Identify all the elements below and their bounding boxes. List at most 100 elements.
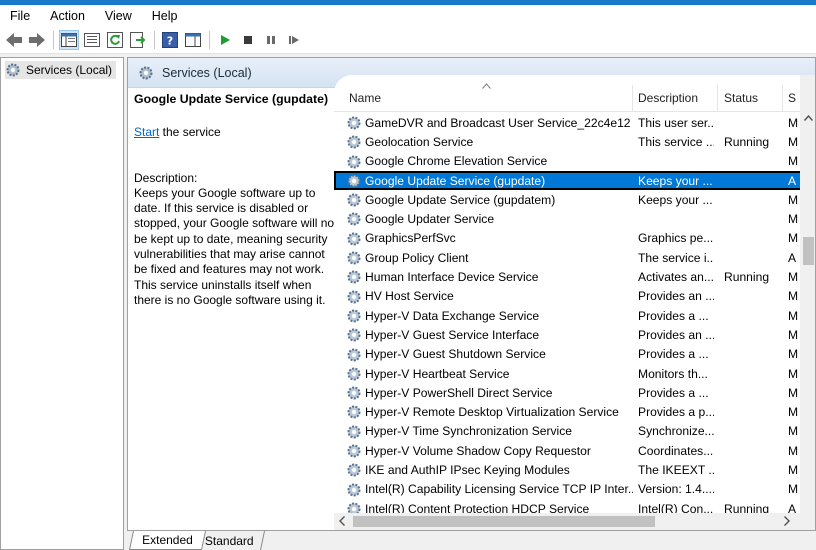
service-row[interactable]: HV Host Service Provides an ... M (334, 287, 815, 306)
service-gear-icon (346, 308, 362, 327)
service-row[interactable]: Google Update Service (gupdatem) Keeps yo… (334, 190, 815, 209)
service-name: Hyper-V Heartbeat Service (365, 366, 510, 381)
vertical-scrollbar[interactable] (800, 75, 815, 530)
services-gear-icon (6, 63, 20, 77)
restart-service-icon[interactable] (284, 30, 304, 50)
service-row[interactable]: Hyper-V PowerShell Direct Service Provide… (334, 383, 815, 402)
pause-service-icon[interactable] (261, 30, 281, 50)
scroll-left-icon[interactable] (339, 516, 345, 526)
scroll-up-icon[interactable] (804, 115, 813, 121)
service-gear-icon (346, 347, 362, 366)
service-name: Google Update Service (gupdatem) (365, 192, 556, 207)
show-hide-console-tree-icon[interactable] (59, 30, 79, 50)
service-description: Provides an ... (638, 327, 714, 342)
service-rows: GameDVR and Broadcast User Service_22c4e… (334, 113, 815, 518)
service-description: Provides a ... (638, 308, 709, 323)
service-row[interactable]: Hyper-V Data Exchange Service Provides a … (334, 306, 815, 327)
scroll-right-icon[interactable] (784, 516, 790, 526)
service-startup-type: A (788, 250, 797, 265)
service-row[interactable]: IKE and AuthIP IPsec Keying Modules The I… (334, 460, 815, 479)
service-name: GraphicsPerfSvc (365, 231, 456, 246)
export-list-icon[interactable] (128, 30, 148, 50)
scrollbar-corner (800, 513, 815, 530)
service-row[interactable]: Hyper-V Guest Service Interface Provides … (334, 325, 815, 346)
horizontal-scroll-thumb[interactable] (353, 516, 655, 527)
service-row[interactable]: Human Interface Device Service Activates … (334, 267, 815, 288)
service-row[interactable]: Google Update Service (gupdate) Keeps you… (334, 170, 815, 192)
column-header-status[interactable]: Status (724, 91, 758, 105)
service-row[interactable]: Group Policy Client The service i... A (334, 248, 815, 269)
service-startup-type: M (788, 424, 799, 439)
service-row[interactable]: Hyper-V Time Synchronization Service Sync… (334, 422, 815, 443)
tab-extended[interactable]: Extended (128, 531, 206, 550)
service-description: Provides a ... (638, 347, 709, 362)
service-startup-type: M (788, 462, 799, 477)
column-divider[interactable] (717, 85, 718, 111)
column-header-startup-type[interactable]: S (788, 91, 796, 105)
tree-item-services-local[interactable]: Services (Local) (5, 61, 117, 79)
service-name: Hyper-V Guest Service Interface (365, 327, 540, 342)
service-description: The service i... (638, 250, 714, 265)
service-description: Provides an ... (638, 289, 714, 304)
service-name: Google Update Service (gupdate) (365, 173, 546, 188)
service-gear-icon (346, 404, 362, 423)
menu-file[interactable]: File (0, 9, 40, 23)
menu-view[interactable]: View (95, 9, 142, 23)
service-startup-type: M (788, 231, 799, 246)
back-arrow-icon[interactable] (4, 30, 24, 50)
service-name: Hyper-V Time Synchronization Service (365, 424, 573, 439)
service-description: This user ser... (638, 115, 714, 130)
service-gear-icon (346, 154, 362, 173)
service-row[interactable]: Google Updater Service M (334, 209, 815, 230)
service-gear-icon (346, 443, 362, 462)
service-description: Synchronize... (638, 424, 714, 439)
service-row[interactable]: Intel(R) Capability Licensing Service TC… (334, 480, 815, 501)
service-gear-icon (346, 482, 362, 501)
toolbar-separator (53, 31, 54, 49)
service-name: Human Interface Device Service (365, 270, 539, 285)
column-header-name[interactable]: Name (349, 91, 381, 105)
service-gear-icon (346, 211, 362, 230)
service-row[interactable]: Hyper-V Heartbeat Service Monitors th... M (334, 364, 815, 383)
service-row[interactable]: Geolocation Service This service ... Runni… (334, 132, 815, 151)
description-text: Keeps your Google software up to date. I… (134, 185, 338, 307)
refresh-icon[interactable] (105, 30, 125, 50)
service-gear-icon (346, 327, 362, 346)
service-gear-icon (346, 269, 362, 288)
forward-arrow-icon[interactable] (27, 30, 47, 50)
service-row[interactable]: GameDVR and Broadcast User Service_22c4e… (334, 113, 815, 134)
service-gear-icon (346, 424, 362, 443)
service-row[interactable]: Google Chrome Elevation Service M (334, 152, 815, 173)
service-row[interactable]: Hyper-V Remote Desktop Virtualization Se… (334, 402, 815, 423)
stop-service-icon[interactable] (238, 30, 258, 50)
menu-help[interactable]: Help (142, 9, 188, 23)
service-startup-type: M (788, 482, 799, 497)
service-gear-icon (346, 173, 362, 192)
service-description: Monitors th... (638, 366, 708, 381)
properties-list-icon[interactable] (82, 30, 102, 50)
service-startup-type: M (788, 270, 799, 285)
service-description: Provides a ... (638, 385, 709, 400)
service-gear-icon (346, 115, 362, 134)
service-startup-type: M (788, 192, 799, 207)
start-service-link[interactable]: Start (134, 125, 159, 139)
tab-standard[interactable]: Standard (194, 531, 265, 550)
service-name: IKE and AuthIP IPsec Keying Modules (365, 462, 570, 477)
service-gear-icon (346, 250, 362, 269)
vertical-scroll-thumb[interactable] (803, 237, 814, 265)
service-row[interactable]: GraphicsPerfSvc Graphics pe... M (334, 229, 815, 248)
show-action-pane-icon[interactable] (183, 30, 203, 50)
column-divider[interactable] (782, 85, 783, 111)
tab-standard-label: Standard (205, 533, 254, 548)
help-icon[interactable]: ? (160, 30, 180, 50)
service-description: This service ... (638, 134, 714, 149)
toolbar: ? (0, 27, 816, 54)
start-service-icon[interactable] (215, 30, 235, 50)
horizontal-scrollbar[interactable] (334, 513, 800, 530)
service-row[interactable]: Hyper-V Volume Shadow Copy Requestor Coor… (334, 441, 815, 462)
service-startup-type: M (788, 405, 799, 420)
menu-action[interactable]: Action (40, 9, 95, 23)
service-row[interactable]: Hyper-V Guest Shutdown Service Provides a… (334, 345, 815, 366)
column-header-description[interactable]: Description (638, 91, 698, 105)
column-divider[interactable] (632, 85, 633, 111)
